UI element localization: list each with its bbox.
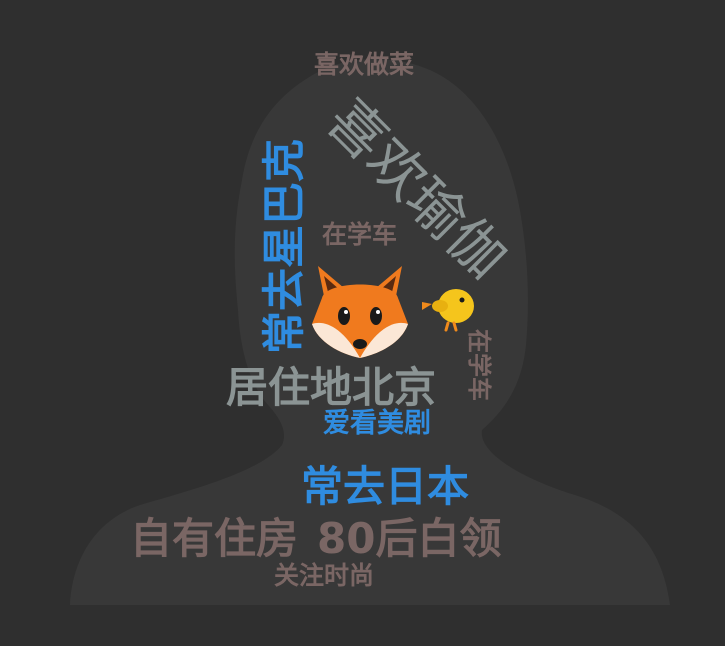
tag-tv-series: 爱看美剧	[323, 408, 431, 439]
tag-japan: 常去日本	[301, 462, 470, 511]
fox-icon	[312, 266, 408, 358]
tag-learning-drive-vertical: 在学车	[465, 329, 493, 401]
tag-fashion: 关注时尚	[274, 561, 375, 590]
tag-starbucks: 常去星巴克	[260, 139, 310, 354]
tag-own-house: 自有住房	[130, 514, 299, 563]
tag-cooking: 喜欢做菜	[314, 50, 415, 79]
tag-post80-white-collar: 80后白领	[317, 514, 502, 563]
tag-beijing: 居住地北京	[226, 363, 437, 412]
tag-learning-drive: 在学车	[322, 220, 398, 249]
chick-icon	[422, 289, 474, 332]
word-cloud-canvas: 喜欢做菜 喜欢瑜伽 常去星巴克 在学车 在学车 居住地北京 爱看美剧 常去日本 …	[0, 0, 725, 646]
